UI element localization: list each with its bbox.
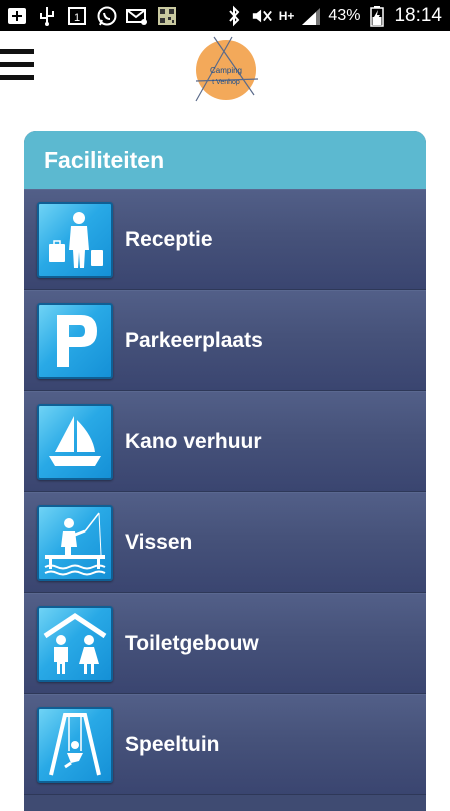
- list-item-toiletgebouw[interactable]: Toiletgebouw: [24, 593, 426, 694]
- calendar-icon: 1: [66, 5, 88, 27]
- camping-logo[interactable]: Camping t Venhop: [192, 33, 260, 103]
- add-icon: [6, 5, 28, 27]
- menu-icon: [0, 49, 34, 54]
- panel-header: Faciliteiten: [24, 131, 426, 189]
- list-item-vissen[interactable]: Vissen: [24, 492, 426, 593]
- battery-icon: [366, 5, 388, 27]
- parking-icon: [37, 303, 113, 379]
- item-label: Parkeerplaats: [125, 328, 263, 352]
- status-bar: 1 H+ 43% 18:14: [0, 0, 450, 31]
- panel-title: Faciliteiten: [44, 146, 165, 173]
- list-item-speeltuin[interactable]: Speeltuin: [24, 694, 426, 795]
- app-header: Camping t Venhop: [0, 31, 450, 109]
- menu-button[interactable]: [0, 47, 34, 83]
- logo-line2: t Venhop: [212, 79, 240, 86]
- item-label: Toiletgebouw: [125, 631, 259, 655]
- signal-icon: [300, 5, 322, 27]
- logo-line1: Camping: [210, 66, 242, 75]
- toilet-icon: [37, 606, 113, 682]
- network-icon: H+: [279, 5, 295, 27]
- email-icon: [126, 5, 148, 27]
- sailboat-icon: [37, 404, 113, 480]
- battery-percent: 43%: [328, 6, 361, 24]
- list-item-parkeerplaats[interactable]: Parkeerplaats: [24, 290, 426, 391]
- svg-text:1: 1: [74, 12, 80, 24]
- mute-icon: [251, 5, 273, 27]
- list-item-kano-verhuur[interactable]: Kano verhuur: [24, 391, 426, 492]
- whatsapp-icon: [96, 5, 118, 27]
- system-icons: H+ 43% 18:14: [223, 0, 442, 31]
- notification-icons: 1: [6, 4, 178, 27]
- qr-icon: [156, 5, 178, 27]
- item-label: Vissen: [125, 530, 193, 554]
- reception-icon: [37, 202, 113, 278]
- facilities-panel: Faciliteiten Receptie Parkeerplaats Kano…: [24, 131, 426, 811]
- usb-icon: [36, 5, 58, 27]
- item-label: Speeltuin: [125, 732, 220, 756]
- playground-icon: [37, 707, 113, 783]
- item-label: Kano verhuur: [125, 429, 262, 453]
- fishing-icon: [37, 505, 113, 581]
- clock: 18:14: [394, 4, 442, 26]
- bluetooth-icon: [223, 5, 245, 27]
- list-item-receptie[interactable]: Receptie: [24, 189, 426, 290]
- network-type: H+: [278, 8, 295, 23]
- item-label: Receptie: [125, 227, 213, 251]
